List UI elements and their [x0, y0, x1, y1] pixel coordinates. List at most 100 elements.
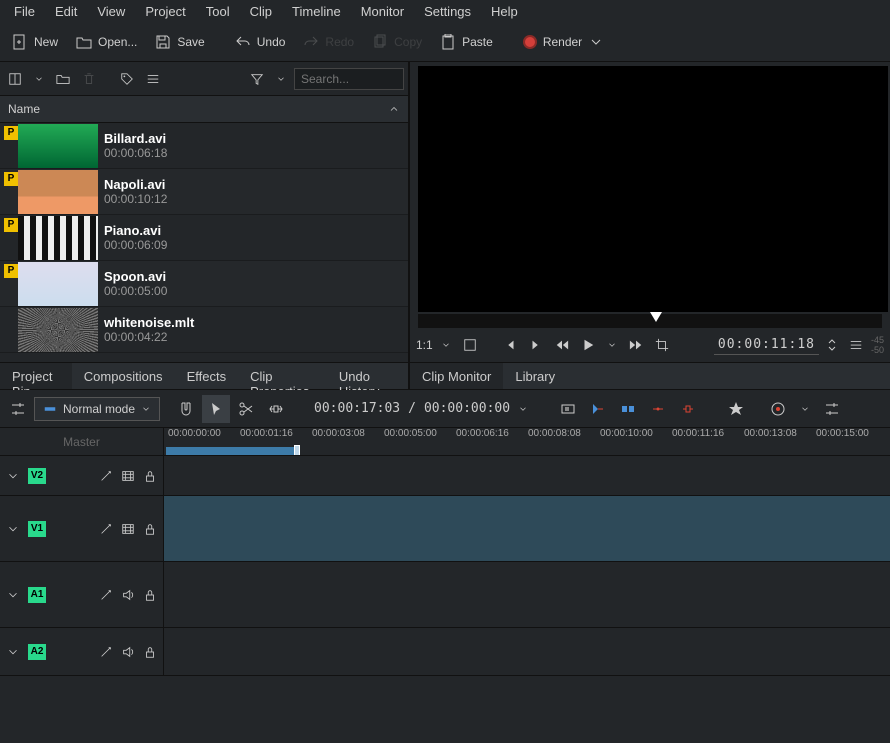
- play-menu[interactable]: [603, 336, 621, 354]
- bin-item[interactable]: PBillard.avi00:00:06:18: [0, 123, 408, 169]
- menu-project[interactable]: Project: [135, 2, 195, 21]
- menu-view[interactable]: View: [87, 2, 135, 21]
- track-header[interactable]: V1: [0, 496, 164, 561]
- effects-icon[interactable]: [99, 469, 113, 483]
- track-body[interactable]: [164, 496, 890, 561]
- menu-tool[interactable]: Tool: [196, 2, 240, 21]
- add-clip-menu[interactable]: [30, 70, 48, 88]
- video-icon[interactable]: [121, 522, 135, 536]
- lock-icon[interactable]: [143, 522, 157, 536]
- forward-button[interactable]: [625, 334, 647, 356]
- add-clip-button[interactable]: [4, 68, 26, 90]
- speaker-icon[interactable]: [121, 645, 135, 659]
- zone-button[interactable]: [651, 334, 673, 356]
- effects-icon[interactable]: [99, 522, 113, 536]
- zone-handle[interactable]: [294, 445, 300, 455]
- menu-timeline[interactable]: Timeline: [282, 2, 351, 21]
- monitor-options-button[interactable]: [845, 334, 867, 356]
- track-header[interactable]: A1: [0, 562, 164, 627]
- effects-icon[interactable]: [99, 645, 113, 659]
- options-button[interactable]: [142, 68, 164, 90]
- monitor-ruler[interactable]: [418, 314, 882, 328]
- filter-menu[interactable]: [272, 70, 290, 88]
- tab-clip-properties[interactable]: Clip Properties: [238, 363, 327, 389]
- track-compositing-button[interactable]: [4, 395, 32, 423]
- extract-button[interactable]: [644, 395, 672, 423]
- master-track-header[interactable]: Master: [0, 428, 164, 455]
- chevron-down-icon[interactable]: [6, 645, 20, 659]
- effects-icon[interactable]: [99, 588, 113, 602]
- open-button[interactable]: Open...: [68, 30, 145, 54]
- bin-item[interactable]: PPiano.avi00:00:06:09: [0, 215, 408, 261]
- save-button[interactable]: Save: [147, 30, 212, 54]
- clip-monitor-viewport[interactable]: [418, 66, 888, 312]
- search-input[interactable]: [294, 68, 404, 90]
- tab-project-bin[interactable]: Project Bin: [0, 363, 72, 389]
- delete-clip-button[interactable]: [78, 68, 100, 90]
- track-body[interactable]: [164, 628, 890, 675]
- tab-effects[interactable]: Effects: [175, 363, 239, 389]
- tab-clip-monitor[interactable]: Clip Monitor: [410, 363, 503, 389]
- bin-item[interactable]: PSpoon.avi00:00:05:00: [0, 261, 408, 307]
- timeline-settings-button[interactable]: [818, 395, 846, 423]
- tab-undo-history[interactable]: Undo History: [327, 363, 408, 389]
- speaker-icon[interactable]: [121, 588, 135, 602]
- go-end-button[interactable]: [525, 334, 547, 356]
- tab-library[interactable]: Library: [503, 363, 567, 389]
- lock-icon[interactable]: [143, 645, 157, 659]
- play-button[interactable]: [577, 334, 599, 356]
- video-icon[interactable]: [121, 469, 135, 483]
- copy-button[interactable]: Copy: [364, 30, 430, 54]
- timeline-position-timecode[interactable]: 00:00:17:03: [314, 401, 400, 416]
- menu-settings[interactable]: Settings: [414, 2, 481, 21]
- paste-button[interactable]: Paste: [432, 30, 501, 54]
- track-header[interactable]: V2: [0, 456, 164, 495]
- chevron-down-icon[interactable]: [6, 588, 20, 602]
- preview-render-button[interactable]: [764, 395, 792, 423]
- rewind-button[interactable]: [551, 334, 573, 356]
- favorite-button[interactable]: [722, 395, 750, 423]
- filter-button[interactable]: [246, 68, 268, 90]
- lock-icon[interactable]: [143, 469, 157, 483]
- menu-monitor[interactable]: Monitor: [351, 2, 414, 21]
- monitor-timecode[interactable]: 00:00:11:18: [714, 335, 819, 355]
- bin-column-header[interactable]: Name: [0, 96, 408, 123]
- preview-menu[interactable]: [794, 398, 816, 420]
- new-button[interactable]: New: [4, 30, 66, 54]
- mix-button[interactable]: [554, 395, 582, 423]
- redo-button[interactable]: Redo: [295, 30, 362, 54]
- render-button[interactable]: Render: [515, 30, 612, 54]
- track-body[interactable]: [164, 456, 890, 495]
- zone-over-button[interactable]: [614, 395, 642, 423]
- bin-item[interactable]: PNapoli.avi00:00:10:12: [0, 169, 408, 215]
- bin-item[interactable]: whitenoise.mlt00:00:04:22: [0, 307, 408, 353]
- menu-edit[interactable]: Edit: [45, 2, 87, 21]
- tag-button[interactable]: [116, 68, 138, 90]
- razor-tool-button[interactable]: [232, 395, 260, 423]
- chevron-down-icon[interactable]: [6, 469, 20, 483]
- menu-help[interactable]: Help: [481, 2, 528, 21]
- lift-button[interactable]: [674, 395, 702, 423]
- edit-mode-select[interactable]: Normal mode: [34, 397, 160, 421]
- tab-compositions[interactable]: Compositions: [72, 363, 175, 389]
- timecode-menu[interactable]: [512, 398, 534, 420]
- snap-button[interactable]: [172, 395, 200, 423]
- track-body[interactable]: [164, 562, 890, 627]
- timeline-ruler[interactable]: 00:00:00:0000:00:01:1600:00:03:0800:00:0…: [164, 428, 890, 455]
- lock-icon[interactable]: [143, 588, 157, 602]
- zone-bar[interactable]: [166, 447, 298, 455]
- track-header[interactable]: A2: [0, 628, 164, 675]
- timecode-stepper[interactable]: [823, 333, 841, 357]
- undo-button[interactable]: Undo: [227, 30, 294, 54]
- spacer-tool-button[interactable]: [262, 395, 290, 423]
- zoom-menu[interactable]: [437, 336, 455, 354]
- fullscreen-button[interactable]: [459, 334, 481, 356]
- zone-in-button[interactable]: [584, 395, 612, 423]
- menu-file[interactable]: File: [4, 2, 45, 21]
- select-tool-button[interactable]: [202, 395, 230, 423]
- menu-clip[interactable]: Clip: [240, 2, 282, 21]
- go-start-button[interactable]: [499, 334, 521, 356]
- add-folder-button[interactable]: [52, 68, 74, 90]
- chevron-down-icon[interactable]: [6, 522, 20, 536]
- lift-icon: [680, 401, 696, 417]
